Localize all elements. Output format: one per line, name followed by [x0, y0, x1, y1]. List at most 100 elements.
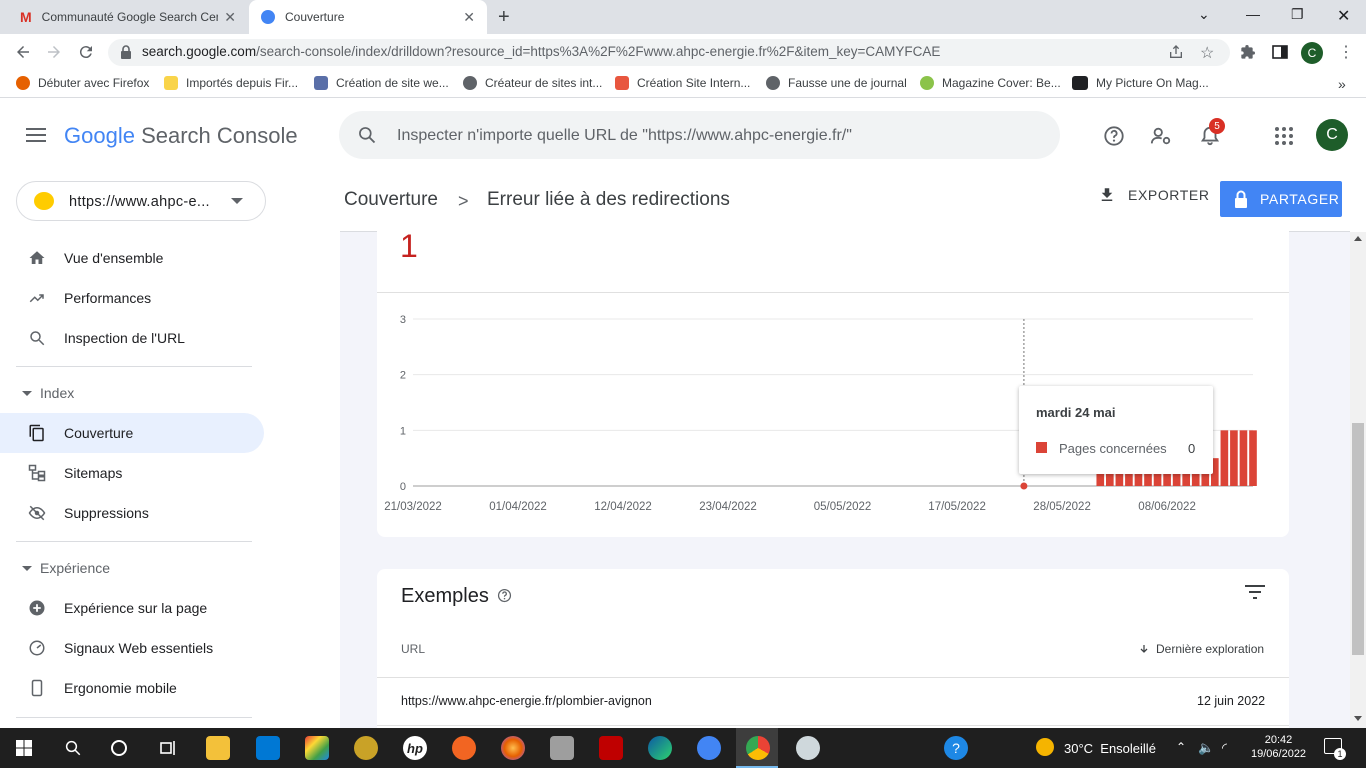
main-menu-icon[interactable]: [26, 127, 46, 143]
wifi-icon[interactable]: ◜: [1222, 740, 1227, 756]
manage-users-icon[interactable]: [1150, 125, 1172, 147]
sidebar-item-removals[interactable]: Suppressions: [0, 493, 264, 533]
tab-search-chevron-down-icon[interactable]: ⌄: [1198, 6, 1210, 23]
file-explorer-icon[interactable]: [206, 736, 230, 760]
paint-app-icon[interactable]: [305, 736, 329, 760]
bookmark-item[interactable]: Magazine Cover: Be...: [920, 76, 1061, 90]
bookmark-item[interactable]: Débuter avec Firefox: [16, 76, 149, 90]
share-page-icon[interactable]: [1168, 44, 1184, 60]
chevron-down-icon[interactable]: [231, 198, 243, 204]
scrollbar-thumb[interactable]: [1352, 423, 1364, 655]
sidebar-section-index[interactable]: Index: [0, 375, 264, 411]
chart-x-tick-label: 12/04/2022: [594, 501, 652, 513]
help-icon[interactable]: ?: [944, 736, 968, 760]
bookmark-item[interactable]: Importés depuis Fir...: [164, 76, 298, 90]
help-icon[interactable]: [497, 588, 512, 603]
sidebar-item-mobile-usability[interactable]: Ergonomie mobile: [0, 668, 264, 708]
chart-bar[interactable]: [1220, 430, 1229, 486]
store-icon[interactable]: [256, 736, 280, 760]
chart-x-tick-label: 01/04/2022: [489, 501, 547, 513]
bookmark-item[interactable]: My Picture On Mag...: [1072, 76, 1209, 90]
sidebar-item-core-web-vitals[interactable]: Signaux Web essentiels: [0, 628, 264, 668]
edge-icon[interactable]: [648, 736, 672, 760]
sidebar-item-overview[interactable]: Vue d'ensemble: [0, 238, 264, 278]
clock[interactable]: 20:42 19/06/2022: [1251, 733, 1306, 761]
lock-icon: [120, 45, 132, 59]
maximize-button[interactable]: ❐: [1291, 6, 1304, 23]
bookmark-item[interactable]: Création de site we...: [314, 76, 449, 90]
bookmark-item[interactable]: Fausse une de journal: [766, 76, 907, 90]
chart-bar[interactable]: [1249, 430, 1257, 486]
account-avatar[interactable]: C: [1316, 119, 1348, 151]
task-view-icon[interactable]: [159, 740, 177, 756]
search-icon[interactable]: [357, 125, 377, 145]
taskbar-search-icon[interactable]: [64, 739, 82, 757]
table-row-url[interactable]: https://www.ahpc-energie.fr/plombier-avi…: [401, 694, 652, 708]
chart-y-ticks: 0 1 2 3: [400, 314, 406, 493]
chart-hover-point: [1020, 482, 1028, 490]
close-window-button[interactable]: ✕: [1337, 6, 1350, 26]
url-path: /search-console/index/drilldown?resource…: [256, 44, 941, 59]
page-title: Erreur liée à des redirections: [487, 189, 730, 210]
close-tab-icon[interactable]: ✕: [224, 9, 236, 26]
apps-grid-icon[interactable]: [1275, 127, 1293, 145]
bookmarks-overflow-button[interactable]: »: [1338, 76, 1346, 92]
scroll-up-arrow-icon[interactable]: [1354, 236, 1362, 241]
breadcrumb-parent-link[interactable]: Couverture: [344, 189, 438, 211]
property-favicon-icon: [34, 192, 54, 210]
weather-widget[interactable]: 30°C Ensoleillé: [1064, 741, 1156, 756]
firefox-icon[interactable]: [501, 736, 525, 760]
cortana-icon[interactable]: [111, 740, 127, 756]
affected-pages-count: 1: [400, 228, 418, 264]
chart-tooltip: [1019, 386, 1213, 474]
sidebar-section-experience[interactable]: Expérience: [0, 550, 264, 586]
volume-icon[interactable]: 🔈: [1198, 740, 1214, 756]
column-header-last-crawl[interactable]: Dernière exploration: [1138, 642, 1264, 656]
back-arrow-icon[interactable]: [14, 43, 32, 61]
chart-bar[interactable]: [1230, 430, 1238, 486]
search-console-logo[interactable]: Google Search Console: [64, 123, 298, 149]
search-input[interactable]: Inspecter n'importe quelle URL de "https…: [397, 127, 852, 145]
sun-weather-icon[interactable]: [1036, 738, 1054, 756]
sidebar-item-performance[interactable]: Performances: [0, 278, 264, 318]
browser-menu-icon[interactable]: ⋮: [1338, 42, 1354, 62]
hp-icon[interactable]: hp: [403, 736, 427, 760]
bookmark-item[interactable]: Créateur de sites int...: [463, 76, 602, 90]
help-icon[interactable]: [1103, 125, 1125, 147]
filezilla-icon[interactable]: [599, 736, 623, 760]
new-tab-button[interactable]: +: [498, 6, 510, 29]
sidebar-item-url-inspection[interactable]: Inspection de l'URL: [0, 318, 264, 358]
app-icon[interactable]: [796, 736, 820, 760]
extensions-puzzle-icon[interactable]: [1240, 44, 1256, 60]
minimize-button[interactable]: —: [1246, 6, 1260, 22]
sidebar-item-sitemaps[interactable]: Sitemaps: [0, 453, 264, 493]
chart-bar[interactable]: [1239, 430, 1248, 486]
table-row-date: 12 juin 2022: [1197, 694, 1266, 708]
bookmark-star-icon[interactable]: ☆: [1200, 43, 1214, 63]
filter-icon[interactable]: [1245, 585, 1265, 599]
browser-tab-couverture[interactable]: Couverture ✕: [249, 0, 487, 34]
share-button[interactable]: PARTAGER: [1220, 181, 1342, 217]
browser-profile-avatar[interactable]: C: [1301, 42, 1323, 64]
column-header-url[interactable]: URL: [401, 642, 425, 656]
sidebar-divider: [16, 541, 252, 542]
app-icon[interactable]: [354, 736, 378, 760]
export-button[interactable]: EXPORTER: [1098, 186, 1210, 204]
forward-arrow-icon[interactable]: [45, 43, 63, 61]
reload-icon[interactable]: [77, 43, 95, 61]
sidebar-item-coverage[interactable]: Couverture: [0, 413, 264, 453]
bookmark-item[interactable]: Création Site Intern...: [615, 76, 750, 90]
windows-start-icon[interactable]: [16, 740, 32, 756]
scroll-down-arrow-icon[interactable]: [1354, 716, 1362, 721]
chromium-icon[interactable]: [697, 736, 721, 760]
chevron-up-icon[interactable]: ⌃: [1176, 740, 1186, 754]
sort-down-arrow-icon: [1138, 643, 1150, 655]
side-panel-icon[interactable]: [1272, 44, 1288, 60]
app-icon[interactable]: [550, 736, 574, 760]
close-tab-icon[interactable]: ✕: [463, 9, 475, 26]
sidebar-item-page-experience[interactable]: Expérience sur la page: [0, 588, 264, 628]
url-text[interactable]: search.google.com/search-console/index/d…: [142, 44, 940, 59]
sitemap-icon: [28, 464, 46, 482]
browser-tab-community[interactable]: M Communauté Google Search Cen ✕: [8, 0, 248, 34]
avast-icon[interactable]: [452, 736, 476, 760]
